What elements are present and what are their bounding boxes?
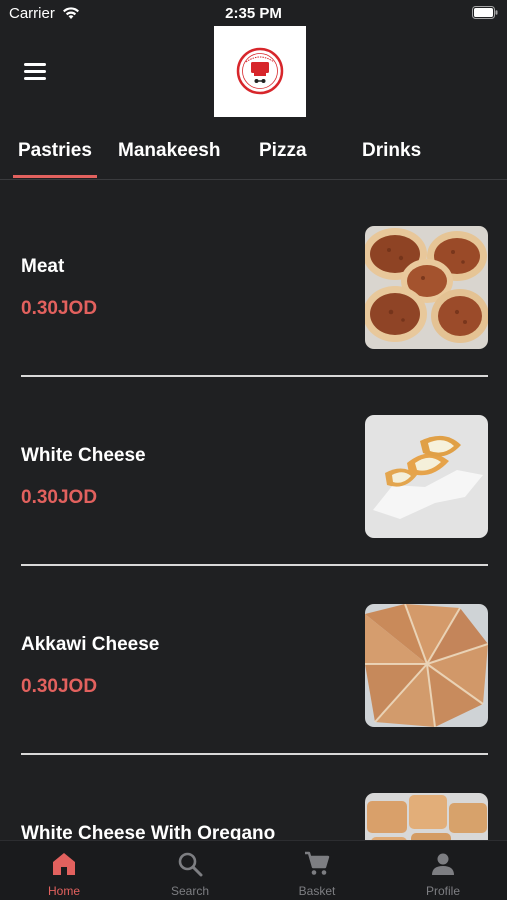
product-price: 0.30JOD: [21, 487, 98, 508]
product-name: Akkawi Cheese: [21, 634, 160, 655]
tab-manakeesh[interactable]: Manakeesh: [118, 140, 220, 162]
product-name: White Cheese With Oregano: [21, 823, 276, 840]
battery-icon: [472, 6, 498, 19]
hamburger-menu-icon[interactable]: [20, 58, 50, 84]
home-icon: [53, 853, 75, 875]
nav-basket[interactable]: Basket: [254, 841, 380, 900]
app-header: [0, 24, 507, 120]
profile-icon: [432, 853, 454, 875]
nav-search-label: Search: [170, 884, 210, 898]
nav-basket-label: Basket: [298, 884, 336, 898]
nav-home-label: Home: [47, 884, 80, 898]
nav-home[interactable]: Home: [1, 841, 127, 900]
white-cheese-pastry-photo: [365, 415, 488, 538]
akkawi-cheese-pastry-photo: [365, 604, 488, 727]
product-item-white-cheese-oregano[interactable]: White Cheese With Oregano: [0, 748, 507, 840]
nav-search[interactable]: Search: [127, 841, 253, 900]
product-price: 0.30JOD: [21, 676, 98, 697]
cart-icon: [305, 851, 330, 875]
meat-pastry-photo: [365, 226, 488, 349]
status-clock: 2:35 PM: [225, 5, 282, 22]
bottom-tab-bar: Home Search Basket Profile: [0, 840, 507, 900]
logo-emblem-icon: [236, 47, 284, 95]
product-name: White Cheese: [21, 445, 146, 466]
product-item-meat[interactable]: Meat 0.30JOD: [0, 181, 507, 377]
product-list: Meat 0.30JOD White Cheese 0.30JOD Akkawi…: [0, 181, 507, 840]
restaurant-logo: [214, 26, 306, 117]
tab-pastries[interactable]: Pastries: [18, 140, 92, 162]
product-price: 0.30JOD: [21, 298, 98, 319]
category-tabs: Pastries Manakeesh Pizza Drinks: [0, 130, 507, 180]
product-item-white-cheese[interactable]: White Cheese 0.30JOD: [0, 370, 507, 566]
product-item-akkawi-cheese[interactable]: Akkawi Cheese 0.30JOD: [0, 559, 507, 755]
nav-profile[interactable]: Profile: [380, 841, 506, 900]
active-tab-indicator: [13, 175, 97, 178]
app-screen: Carrier 2:35 PM Pastries Manakeesh Pizza…: [0, 0, 507, 900]
tab-drinks[interactable]: Drinks: [362, 140, 421, 162]
oregano-pastry-photo: [365, 793, 488, 840]
search-icon: [178, 852, 203, 877]
tab-pizza[interactable]: Pizza: [259, 140, 307, 162]
nav-profile-label: Profile: [425, 884, 460, 898]
product-name: Meat: [21, 256, 65, 277]
